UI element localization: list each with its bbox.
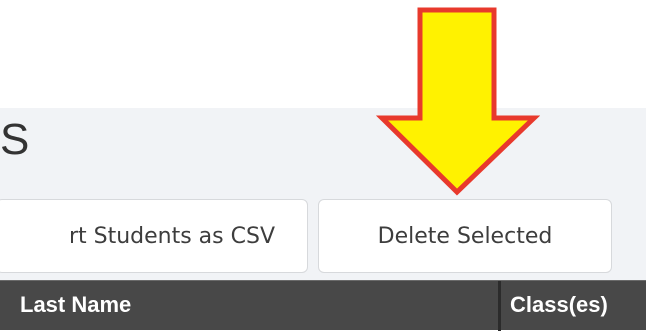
column-header-last-name[interactable]: Last Name	[20, 281, 131, 331]
page-title: S	[0, 118, 30, 162]
delete-button-label: Delete Selected	[377, 223, 553, 249]
column-header-classes[interactable]: Class(es)	[510, 281, 608, 331]
export-button-label: rt Students as CSV	[68, 223, 275, 249]
column-divider	[498, 281, 501, 331]
down-arrow-shape	[376, 7, 540, 196]
down-arrow-icon	[376, 7, 540, 196]
export-students-csv-button[interactable]: rt Students as CSV	[0, 199, 308, 273]
table-header: Last Name Class(es)	[0, 280, 646, 331]
delete-selected-button[interactable]: Delete Selected	[318, 199, 612, 273]
